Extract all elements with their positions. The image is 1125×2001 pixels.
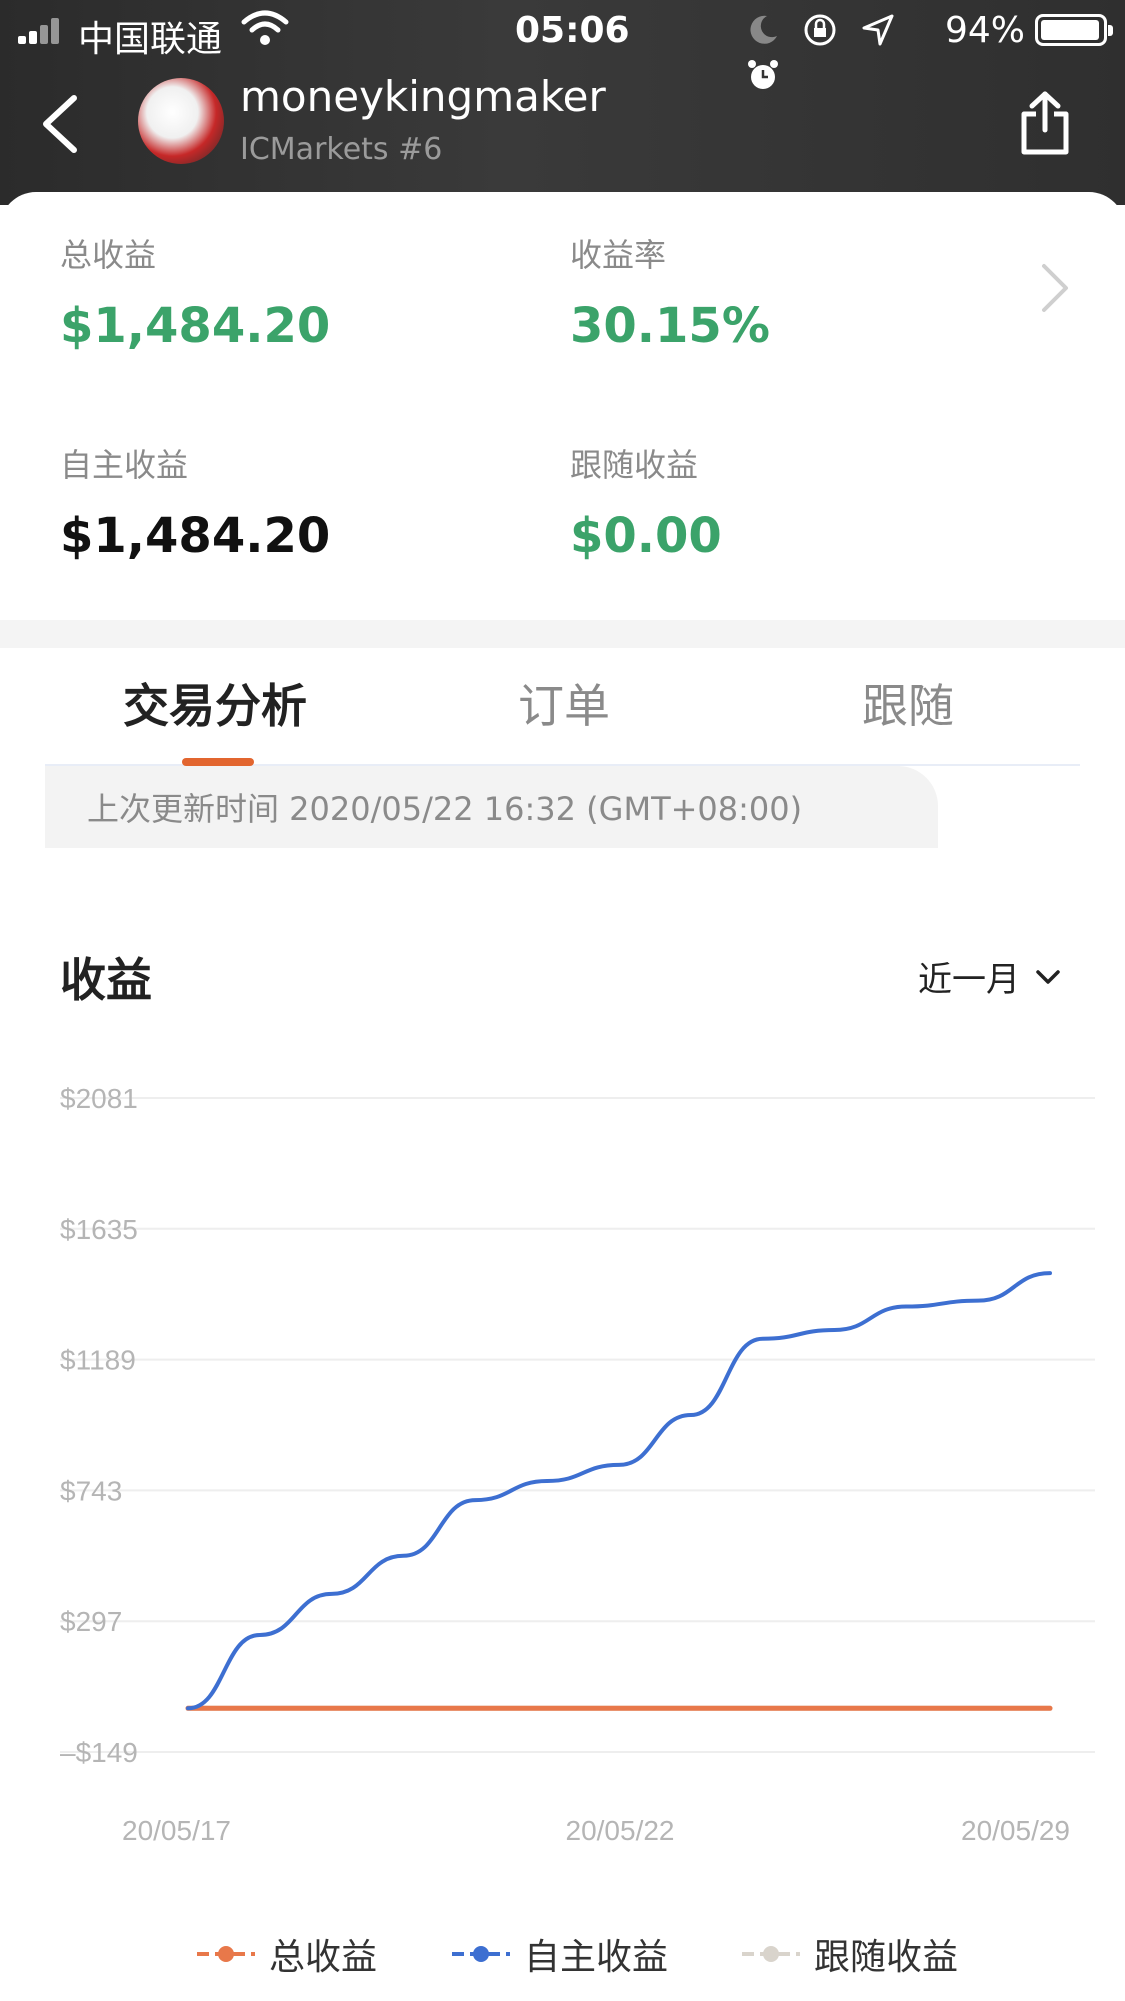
- y-tick-label: $1635: [60, 1214, 138, 1245]
- legend-follow-marker: [742, 1946, 800, 1962]
- legend-self-marker: [452, 1946, 510, 1962]
- return-rate-value: 30.15%: [570, 298, 770, 354]
- self-earnings-value: $1,484.20: [60, 508, 331, 564]
- legend-self-label: 自主收益: [524, 1937, 669, 1978]
- y-tick-label: –$149: [60, 1737, 138, 1768]
- legend-follow-label: 跟随收益: [814, 1937, 959, 1978]
- x-tick-label: 20/05/17: [122, 1815, 231, 1846]
- legend-self[interactable]: 自主收益: [450, 1928, 668, 1980]
- x-tick-label: 20/05/22: [566, 1815, 675, 1846]
- moon-icon: [745, 12, 781, 48]
- chevron-down-icon: [1036, 969, 1060, 984]
- y-tick-label: $297: [60, 1606, 122, 1637]
- section-divider: [0, 620, 1125, 648]
- username: moneykingmaker: [240, 72, 606, 121]
- carrier-name: 中国联通: [78, 19, 223, 60]
- legend-total[interactable]: 总收益: [195, 1928, 377, 1980]
- cellular-signal-icon: [18, 18, 68, 44]
- tab-trade-analysis[interactable]: 交易分析: [123, 670, 307, 736]
- active-tab-indicator: [182, 758, 254, 766]
- legend-total-label: 总收益: [269, 1937, 378, 1978]
- tab-orders[interactable]: 订单: [518, 670, 610, 736]
- follow-earnings-label: 跟随收益: [570, 446, 699, 484]
- return-rate-label: 收益率: [570, 236, 667, 274]
- avatar[interactable]: [138, 78, 224, 164]
- status-time: 05:06: [515, 10, 630, 51]
- x-tick-label: 20/05/29: [961, 1815, 1070, 1846]
- status-bar: 中国联通 05:06 94%: [0, 0, 1125, 89]
- chart-title: 收益: [60, 953, 152, 1007]
- earnings-line-chart: $2081 $1635 $1189 $743 $297 –$149 20/05/17 20/0…: [60, 1083, 1095, 1846]
- self-earnings-label: 自主收益: [60, 446, 189, 484]
- battery-percent: 94%: [945, 10, 1026, 51]
- profile-header: 中国联通 05:06 94% moneykingmaker ICMarkets …: [0, 0, 1125, 205]
- status-icons: [745, 12, 935, 89]
- time-range-label: 近一月: [918, 960, 1020, 1000]
- time-range-dropdown[interactable]: 近一月: [918, 952, 1062, 1001]
- y-tick-label: $1189: [60, 1345, 136, 1376]
- account-label: ICMarkets #6: [240, 132, 443, 167]
- legend-total-marker: [197, 1946, 255, 1962]
- follow-earnings-value: $0.00: [570, 508, 722, 564]
- y-tick-label: $743: [60, 1475, 122, 1506]
- battery-icon: [1035, 14, 1113, 46]
- wifi-icon: [241, 10, 289, 45]
- last-update-text: 上次更新时间 2020/05/22 16:32 (GMT+08:00): [87, 790, 803, 828]
- last-update-banner: 上次更新时间 2020/05/22 16:32 (GMT+08:00): [45, 766, 938, 848]
- y-tick-label: $2081: [60, 1083, 138, 1114]
- chevron-right-icon[interactable]: [1040, 262, 1070, 314]
- earnings-summary-card: 总收益 $1,484.20 收益率 30.15% 自主收益 $1,484.20 …: [0, 192, 1125, 620]
- back-arrow-icon[interactable]: [38, 92, 82, 156]
- alarm-icon: [745, 57, 781, 93]
- tab-follow[interactable]: 跟随: [862, 670, 954, 736]
- total-earnings-value: $1,484.20: [60, 298, 331, 354]
- total-earnings-label: 总收益: [60, 236, 157, 274]
- share-icon[interactable]: [1018, 90, 1072, 156]
- legend-follow[interactable]: 跟随收益: [740, 1928, 958, 1980]
- location-icon: [860, 12, 896, 48]
- rotation-lock-icon: [802, 12, 838, 48]
